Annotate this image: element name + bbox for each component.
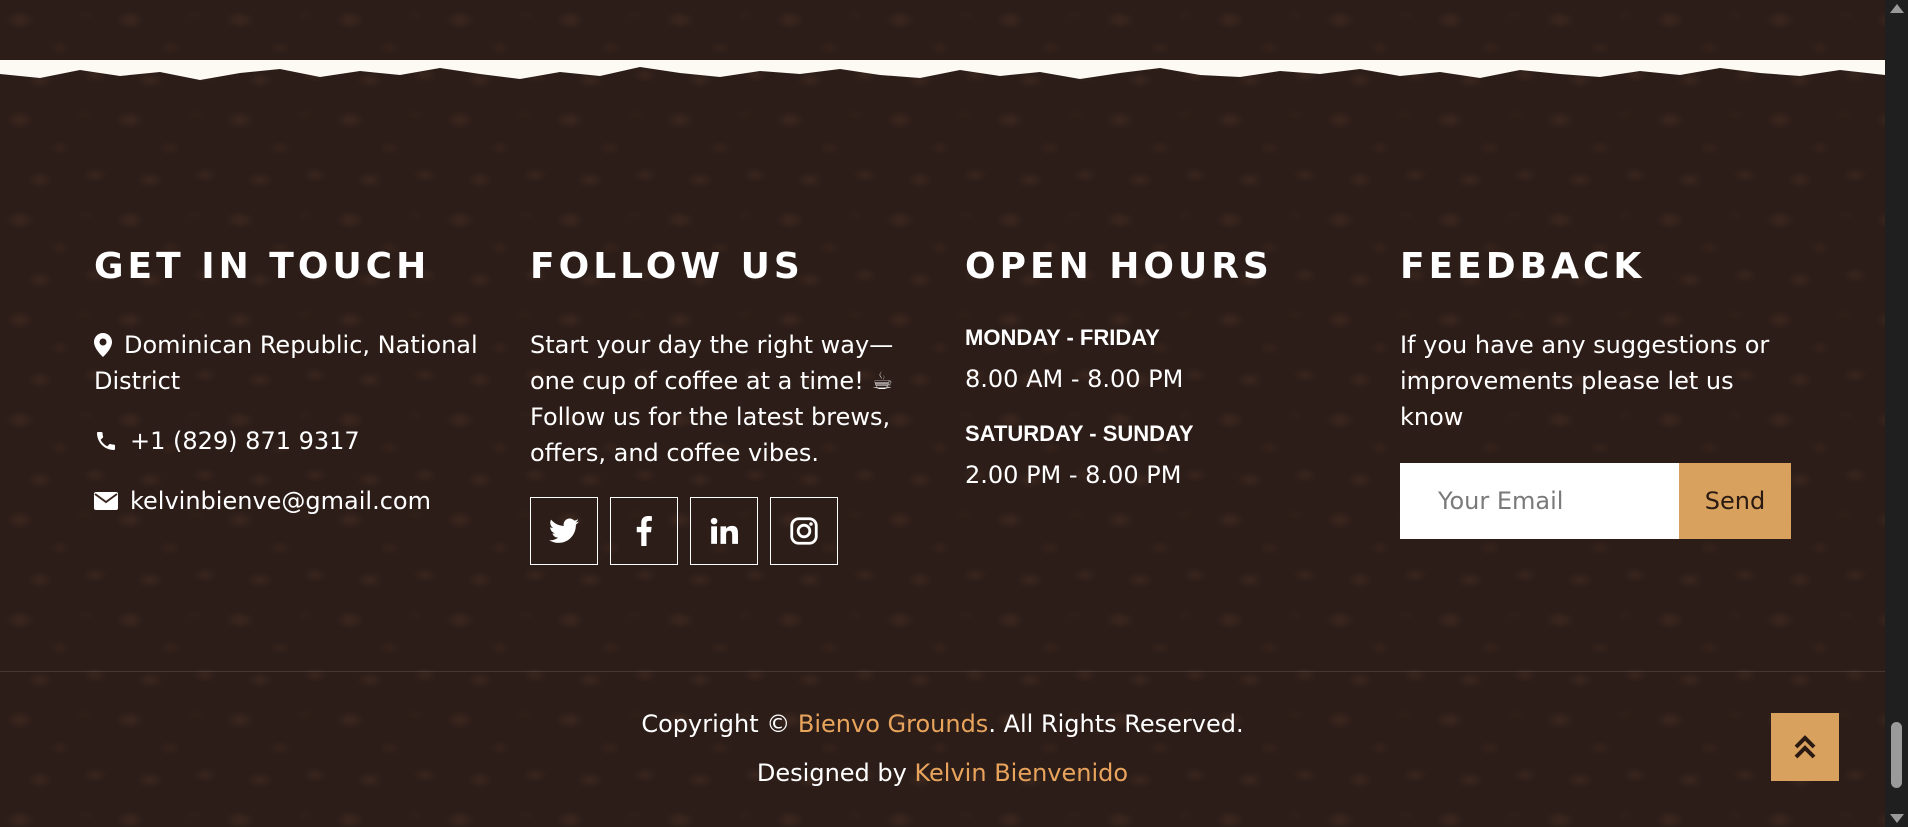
- scroll-down-arrow-icon[interactable]: [1890, 814, 1904, 823]
- hours-column: OPEN HOURS MONDAY - FRIDAY 8.00 AM - 8.0…: [965, 245, 1365, 515]
- address-row: Dominican Republic, National District: [94, 327, 494, 399]
- feedback-text: If you have any suggestions or improveme…: [1400, 331, 1770, 431]
- weekday-label: MONDAY - FRIDAY: [965, 325, 1160, 350]
- scroll-up-arrow-icon[interactable]: [1890, 4, 1904, 13]
- back-to-top-button[interactable]: [1771, 713, 1839, 781]
- feedback-form: Send: [1400, 463, 1791, 539]
- social-links: [530, 497, 930, 565]
- follow-title: FOLLOW US: [530, 246, 804, 287]
- phone-row: +1 (829) 871 9317: [94, 423, 494, 459]
- facebook-button[interactable]: [610, 497, 678, 565]
- weekend-time: 2.00 PM - 8.00 PM: [965, 461, 1182, 489]
- feedback-column: FEEDBACK If you have any suggestions or …: [1400, 245, 1800, 539]
- phone-text: +1 (829) 871 9317: [130, 427, 360, 455]
- brand-link[interactable]: Bienvo Grounds: [798, 710, 988, 738]
- follow-column: FOLLOW US Start your day the right way— …: [530, 245, 930, 565]
- designer-link[interactable]: Kelvin Bienvenido: [915, 759, 1129, 787]
- send-button[interactable]: Send: [1679, 463, 1791, 539]
- email-row: kelvinbienve@gmail.com: [94, 483, 494, 519]
- weekday-time: 8.00 AM - 8.00 PM: [965, 365, 1184, 393]
- linkedin-icon: [710, 517, 738, 544]
- address-text: Dominican Republic, National District: [94, 331, 478, 395]
- copyright-text: Copyright © Bienvo Grounds. All Rights R…: [641, 710, 1244, 738]
- footer-content: GET IN TOUCH Dominican Republic, Nationa…: [0, 0, 1885, 827]
- designed-by-text: Designed by Kelvin Bienvenido: [756, 759, 1129, 787]
- double-chevron-up-icon: [1794, 735, 1816, 759]
- location-pin-icon: [94, 327, 120, 363]
- email-text: kelvinbienve@gmail.com: [130, 487, 431, 515]
- follow-text: Start your day the right way— one cup of…: [530, 331, 894, 467]
- instagram-icon: [790, 517, 818, 545]
- page: GET IN TOUCH Dominican Republic, Nationa…: [0, 0, 1908, 827]
- footer-divider: [0, 671, 1885, 672]
- linkedin-button[interactable]: [690, 497, 758, 565]
- weekend-label: SATURDAY - SUNDAY: [965, 421, 1194, 446]
- scrollbar[interactable]: [1885, 0, 1908, 827]
- envelope-icon: [94, 483, 120, 519]
- phone-icon: [94, 423, 120, 459]
- contact-column: GET IN TOUCH Dominican Republic, Nationa…: [94, 245, 494, 543]
- feedback-title: FEEDBACK: [1400, 246, 1646, 287]
- twitter-icon: [549, 518, 579, 543]
- hours-title: OPEN HOURS: [965, 246, 1273, 287]
- facebook-icon: [636, 516, 652, 546]
- twitter-button[interactable]: [530, 497, 598, 565]
- instagram-button[interactable]: [770, 497, 838, 565]
- email-input[interactable]: [1400, 463, 1679, 539]
- scroll-thumb[interactable]: [1891, 722, 1902, 788]
- contact-title: GET IN TOUCH: [94, 246, 431, 287]
